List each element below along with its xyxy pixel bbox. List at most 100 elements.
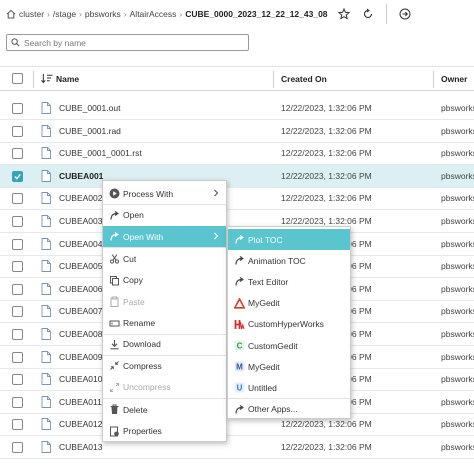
file-name[interactable]: CUBEA008 (59, 329, 102, 339)
row-checkbox[interactable] (12, 261, 23, 273)
row-checkbox[interactable] (12, 170, 23, 182)
file-name[interactable]: CUBEA004 (59, 239, 102, 249)
row-checkbox[interactable] (12, 238, 23, 250)
breadcrumb-item-stage[interactable]: /stage (53, 9, 76, 19)
file-name[interactable]: CUBEA007 (59, 306, 102, 316)
menu-item-properties[interactable]: Properties (103, 421, 226, 442)
row-checkbox[interactable] (12, 193, 23, 205)
row-checkbox[interactable] (12, 329, 23, 340)
uncompress-icon (109, 382, 120, 393)
row-checkbox[interactable] (12, 351, 23, 363)
arrow-circle-right-icon[interactable] (399, 8, 411, 20)
menu-item-open[interactable]: Open (103, 205, 226, 226)
submenu-item-other-apps[interactable]: Other Apps... (228, 399, 350, 420)
row-checkbox[interactable] (12, 419, 23, 431)
star-icon[interactable] (337, 8, 350, 20)
file-icon (41, 418, 51, 431)
trash-icon (109, 404, 120, 415)
file-name[interactable]: CUBEA013 (59, 442, 102, 452)
column-header-owner[interactable]: Owner (441, 74, 467, 84)
file-created-on: 12/22/2023, 1:32:06 PM (281, 125, 372, 136)
svg-text:C: C (237, 341, 243, 350)
row-checkbox[interactable] (12, 283, 23, 295)
column-divider (273, 71, 274, 88)
row-checkbox[interactable] (12, 148, 23, 160)
table-row[interactable]: CUBEA001 12/22/2023, 1:32:06 PM pbsworks (0, 164, 474, 188)
submenu-item-untitled[interactable]: U Untitled (228, 377, 350, 398)
file-name[interactable]: CUBE_0001.rad (59, 126, 121, 136)
file-owner: pbsworks (441, 306, 474, 317)
menu-item-copy[interactable]: Copy (103, 270, 226, 291)
file-name[interactable]: CUBEA002 (59, 193, 102, 203)
table-row[interactable]: CUBE_0001_0001.rst 12/22/2023, 1:32:06 PM… (0, 142, 474, 166)
row-checkbox[interactable] (12, 442, 23, 453)
home-icon[interactable] (6, 9, 16, 19)
file-name[interactable]: CUBE_0001_0001.rst (59, 148, 142, 158)
open-arrow-icon (234, 276, 245, 287)
row-checkbox[interactable] (12, 125, 23, 137)
table-header: Name Created On Owner (0, 66, 474, 91)
submenu-item-mygedit-2[interactable]: M MyGedit (228, 356, 350, 377)
file-owner: pbsworks (441, 351, 474, 362)
menu-item-cut[interactable]: Cut (103, 248, 226, 269)
submenu-item-customgedit[interactable]: C CustomGedit (228, 335, 350, 356)
menu-item-delete[interactable]: Delete (103, 399, 226, 420)
file-icon (41, 350, 51, 363)
menu-item-open-with[interactable]: Open With (103, 226, 226, 247)
select-all-checkbox[interactable] (12, 73, 23, 84)
file-name[interactable]: CUBEA001 (59, 171, 103, 181)
file-owner: pbsworks (441, 419, 474, 430)
file-created-on: 12/22/2023, 1:32:06 PM (281, 193, 372, 204)
sort-descending-icon[interactable] (40, 73, 54, 84)
menu-item-label: Properties (123, 426, 162, 436)
file-name[interactable]: CUBEA009 (59, 352, 102, 362)
table-row[interactable]: CUBEA013 12/22/2023, 1:32:06 PM pbsworks (0, 436, 474, 459)
row-checkbox[interactable] (12, 374, 23, 386)
row-checkbox[interactable] (12, 216, 23, 227)
file-name[interactable]: CUBEA012 (59, 419, 102, 429)
file-name[interactable]: CUBEA006 (59, 284, 102, 294)
menu-item-download[interactable]: Download (103, 334, 226, 355)
submenu-item-label: CustomHyperWorks (248, 319, 324, 330)
menu-item-uncompress: Uncompress (103, 377, 226, 398)
row-checkbox[interactable] (12, 103, 23, 114)
column-header-created[interactable]: Created On (281, 74, 327, 84)
row-checkbox[interactable] (12, 396, 23, 408)
menu-item-rename[interactable]: Rename (103, 313, 226, 334)
menu-item-label: Open With (123, 231, 164, 242)
search-box[interactable] (6, 34, 249, 51)
file-name[interactable]: CUBE_0001.out (59, 103, 120, 113)
file-name[interactable]: CUBEA010 (59, 374, 102, 384)
file-name[interactable]: CUBEA005 (59, 261, 102, 271)
breadcrumb-item-cluster[interactable]: cluster (19, 9, 44, 19)
menu-item-label: Copy (123, 275, 143, 285)
submenu-item-plot-toc[interactable]: Plot TOC (228, 229, 350, 250)
table-row[interactable]: CUBEA002 12/22/2023, 1:32:06 PM pbsworks (0, 187, 474, 211)
open-arrow-icon (109, 210, 120, 221)
menu-item-label: Uncompress (123, 382, 171, 392)
table-row[interactable]: CUBE_0001.rad 12/22/2023, 1:32:06 PM pbswo… (0, 120, 474, 143)
open-arrow-icon (234, 234, 245, 245)
file-owner: pbsworks (441, 148, 474, 159)
column-header-name[interactable]: Name (40, 73, 79, 84)
breadcrumb-item-pbsworks[interactable]: pbsworks (85, 9, 121, 19)
menu-item-process-with[interactable]: Process With (103, 183, 226, 204)
row-checkbox[interactable] (12, 306, 23, 318)
menu-divider (103, 204, 226, 205)
open-arrow-icon (109, 231, 120, 242)
search-input[interactable] (24, 37, 244, 48)
submenu-item-mygedit[interactable]: MyGedit (228, 293, 350, 314)
file-name[interactable]: CUBEA011 (59, 397, 102, 407)
file-owner: pbsworks (441, 193, 474, 204)
submenu-item-animation-toc[interactable]: Animation TOC (228, 250, 350, 271)
file-name[interactable]: CUBEA003 (59, 216, 102, 226)
file-owner: pbsworks (441, 170, 474, 181)
submenu-item-text-editor[interactable]: Text Editor (228, 271, 350, 292)
menu-item-compress[interactable]: Compress (103, 355, 226, 376)
paste-icon (109, 296, 120, 307)
submenu-item-customhyperworks[interactable]: CustomHyperWorks (228, 314, 350, 335)
breadcrumb-item-altairaccess[interactable]: AltairAccess (130, 9, 177, 19)
refresh-icon[interactable] (362, 8, 374, 20)
table-row[interactable]: CUBE_0001.out 12/22/2023, 1:32:06 PM pbswo… (0, 97, 474, 120)
submenu-item-label: Text Editor (248, 276, 289, 287)
